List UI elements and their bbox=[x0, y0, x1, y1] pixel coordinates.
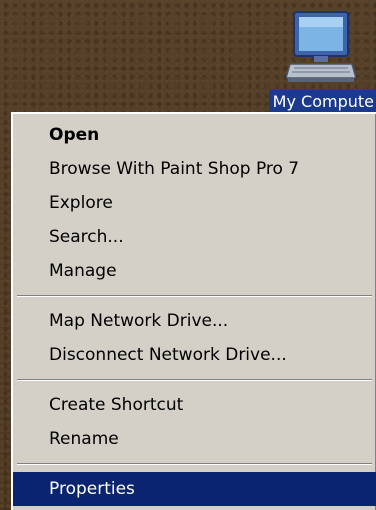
menu-item-search[interactable]: Search... bbox=[13, 220, 376, 254]
menu-item-disconnect-network-drive[interactable]: Disconnect Network Drive... bbox=[13, 338, 376, 372]
icon-label[interactable]: My Compute bbox=[268, 90, 376, 114]
context-menu-items: Open Browse With Paint Shop Pro 7 Explore S… bbox=[13, 114, 376, 506]
menu-item-manage[interactable]: Manage bbox=[13, 254, 376, 288]
menu-item-map-network-drive[interactable]: Map Network Drive... bbox=[13, 304, 376, 338]
menu-item-browse-with-paint-shop-pro-7[interactable]: Browse With Paint Shop Pro 7 bbox=[13, 152, 376, 186]
menu-item-open[interactable]: Open bbox=[13, 118, 376, 152]
menu-item-rename[interactable]: Rename bbox=[13, 422, 376, 456]
menu-separator bbox=[13, 372, 376, 388]
context-menu: Open Browse With Paint Shop Pro 7 Explore S… bbox=[11, 112, 376, 510]
my-computer-desktop-icon[interactable]: My Compute bbox=[250, 10, 376, 114]
desktop: My Compute Open Browse With Paint Shop Pr… bbox=[0, 0, 376, 510]
menu-item-properties[interactable]: Properties bbox=[13, 472, 376, 506]
menu-separator bbox=[13, 456, 376, 472]
menu-separator bbox=[13, 288, 376, 304]
menu-item-create-shortcut[interactable]: Create Shortcut bbox=[13, 388, 376, 422]
computer-icon bbox=[286, 11, 356, 82]
menu-item-explore[interactable]: Explore bbox=[13, 186, 376, 220]
